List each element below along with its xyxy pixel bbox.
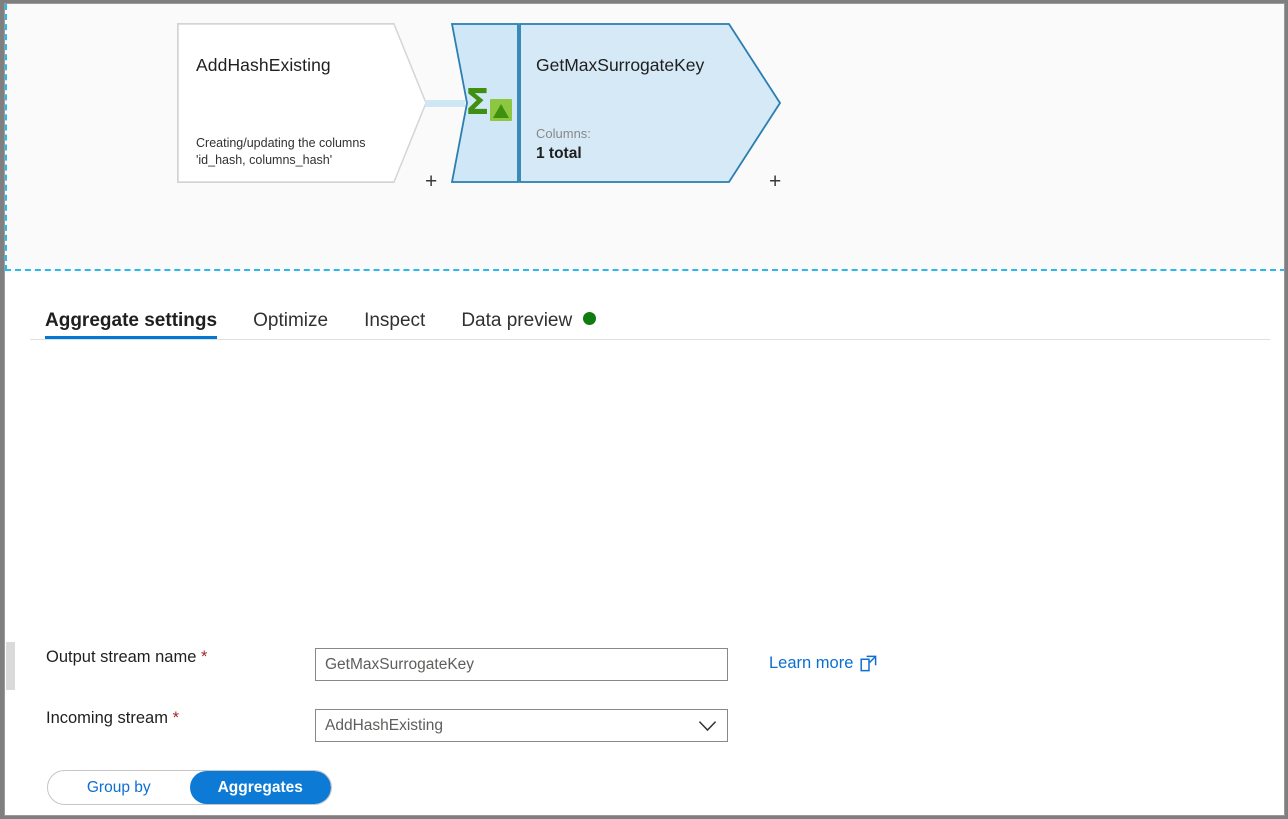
learn-more-link[interactable]: Learn more — [769, 654, 877, 673]
tab-optimize[interactable]: Optimize — [235, 311, 346, 339]
toggle-label: Group by — [87, 779, 151, 797]
add-downstream-node-icon[interactable]: + — [769, 171, 781, 192]
tab-label: Optimize — [253, 310, 328, 331]
label-text: Incoming stream — [46, 709, 168, 727]
tab-aggregate-settings[interactable]: Aggregate settings — [45, 311, 235, 339]
external-link-icon — [860, 655, 877, 672]
graph-node-add-hash-existing[interactable]: AddHashExisting Creating/updating the co… — [177, 23, 427, 183]
output-stream-row: Output stream name * — [46, 648, 315, 667]
node-title: AddHashExisting — [196, 55, 331, 76]
properties-scrollbar-thumb[interactable] — [6, 642, 15, 690]
tab-label: Aggregate settings — [45, 310, 217, 331]
node-columns-label: Columns: — [536, 126, 591, 141]
input-value: GetMaxSurrogateKey — [325, 656, 474, 674]
node-description: Creating/updating the columns 'id_hash, … — [196, 135, 366, 169]
toggle-label: Aggregates — [218, 779, 303, 797]
tab-data-preview[interactable]: Data preview — [443, 311, 613, 339]
add-downstream-node-icon[interactable]: + — [425, 171, 437, 192]
groupby-aggregates-toggle[interactable]: Group by Aggregates — [47, 770, 332, 805]
graph-node-get-max-surrogate-key[interactable]: Σ GetMaxSurrogateKey Columns: 1 total + — [451, 23, 781, 183]
tab-label: Data preview — [461, 310, 572, 331]
output-stream-input[interactable]: GetMaxSurrogateKey — [315, 648, 728, 681]
label-text: Output stream name — [46, 648, 196, 666]
incoming-stream-row: Incoming stream * — [46, 709, 315, 728]
data-preview-status-dot — [583, 312, 596, 325]
incoming-stream-select[interactable]: AddHashExisting — [315, 709, 728, 742]
node-columns-total: 1 total — [536, 145, 582, 163]
incoming-stream-label: Incoming stream * — [46, 709, 315, 728]
dataflow-window: AddHashExisting Creating/updating the co… — [4, 3, 1285, 816]
learn-more-label: Learn more — [769, 654, 853, 673]
required-marker: * — [201, 648, 207, 666]
tab-inspect[interactable]: Inspect — [346, 311, 443, 339]
node-title: GetMaxSurrogateKey — [536, 55, 704, 76]
properties-scrollbar-track[interactable] — [6, 273, 15, 816]
properties-pane: Aggregate settings Optimize Inspect Data… — [6, 273, 1285, 816]
toggle-option-aggregates[interactable]: Aggregates — [190, 771, 332, 804]
aggregate-sigma-icon: Σ — [465, 91, 513, 131]
chevron-down-icon — [698, 720, 717, 732]
output-stream-label: Output stream name * — [46, 648, 315, 667]
select-value: AddHashExisting — [325, 717, 443, 735]
tab-strip: Aggregate settings Optimize Inspect Data… — [6, 291, 1285, 341]
required-marker: * — [173, 709, 179, 727]
tab-label: Inspect — [364, 310, 425, 331]
toggle-option-group-by[interactable]: Group by — [48, 771, 190, 804]
dataflow-canvas[interactable]: AddHashExisting Creating/updating the co… — [5, 4, 1285, 271]
